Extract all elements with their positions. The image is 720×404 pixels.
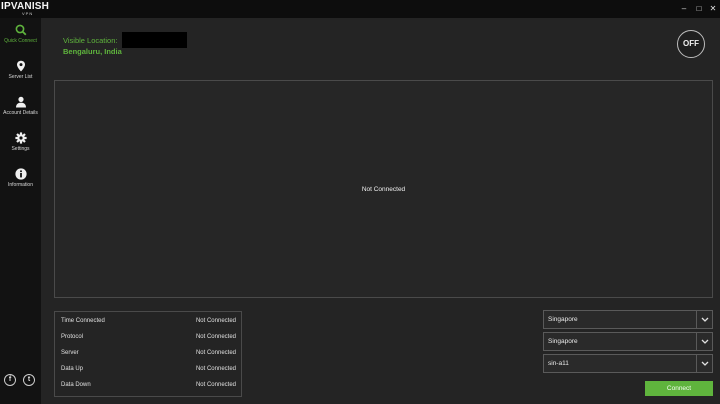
maximize-button[interactable]: □ xyxy=(692,2,706,16)
user-icon xyxy=(15,96,26,108)
gear-icon xyxy=(14,132,27,144)
location-pin-icon xyxy=(16,60,25,72)
stat-label: Data Up xyxy=(61,366,84,372)
connection-stats-table: Time Connected Not Connected Protocol No… xyxy=(54,311,242,397)
country-select[interactable]: Singapore xyxy=(543,310,713,329)
sidebar-item-quick-connect[interactable]: Quick Connect xyxy=(0,24,41,58)
twitter-icon[interactable]: t xyxy=(23,374,35,386)
sidebar-item-label: Server List xyxy=(8,74,33,80)
ipvanish-logo: IPVANISH VPN xyxy=(0,1,52,17)
stat-row-data-up: Data Up Not Connected xyxy=(55,363,241,377)
sidebar: Quick Connect Server List Account Detail… xyxy=(0,18,41,404)
country-select-value: Singapore xyxy=(548,316,578,323)
search-icon xyxy=(15,24,26,36)
stat-value: Not Connected xyxy=(195,318,236,324)
chevron-down-icon xyxy=(696,333,712,350)
facebook-icon[interactable]: f xyxy=(4,374,16,386)
graph-status-text: Not Connected xyxy=(361,186,406,193)
server-select[interactable]: sin-a11 xyxy=(543,354,713,373)
stat-label: Data Down xyxy=(61,382,91,388)
close-button[interactable]: ✕ xyxy=(706,2,720,16)
redacted-ip-box xyxy=(122,32,187,48)
chevron-down-icon xyxy=(696,355,712,372)
visible-location-value: Bengaluru, India xyxy=(63,47,122,56)
connection-graph-panel: Not Connected xyxy=(54,80,713,298)
minimize-button[interactable]: – xyxy=(677,2,691,16)
info-icon xyxy=(14,168,27,180)
stat-row-data-down: Data Down Not Connected xyxy=(55,379,241,393)
server-select-value: sin-a11 xyxy=(548,360,569,367)
sidebar-item-information[interactable]: Information xyxy=(0,168,41,202)
sidebar-item-label: Settings xyxy=(11,146,30,152)
chevron-down-icon xyxy=(696,311,712,328)
city-select[interactable]: Singapore xyxy=(543,332,713,351)
city-select-value: Singapore xyxy=(548,338,578,345)
sidebar-item-label: Account Details xyxy=(3,110,38,116)
connection-toggle-button[interactable]: OFF xyxy=(677,30,705,58)
logo-ip: IP xyxy=(1,1,11,12)
stat-value: Not Connected xyxy=(195,382,236,388)
stat-label: Server xyxy=(61,350,79,356)
stat-value: Not Connected xyxy=(195,334,236,340)
sidebar-item-label: Information xyxy=(7,182,33,188)
connect-button[interactable]: Connect xyxy=(645,381,713,396)
stat-row-time-connected: Time Connected Not Connected xyxy=(55,315,241,329)
stat-label: Time Connected xyxy=(61,318,105,324)
stat-value: Not Connected xyxy=(195,366,236,372)
sidebar-item-server-list[interactable]: Server List xyxy=(0,60,41,94)
sidebar-item-label: Quick Connect xyxy=(4,38,37,44)
stat-value: Not Connected xyxy=(195,350,236,356)
stat-row-protocol: Protocol Not Connected xyxy=(55,331,241,345)
stat-label: Protocol xyxy=(61,334,84,340)
title-bar: IPVANISH VPN – □ ✕ xyxy=(0,0,720,18)
stat-row-server: Server Not Connected xyxy=(55,347,241,361)
visible-location-label: Visible Location: xyxy=(63,36,118,45)
sidebar-item-account-details[interactable]: Account Details xyxy=(0,96,41,130)
logo-sub: VPN xyxy=(22,11,34,16)
sidebar-item-settings[interactable]: Settings xyxy=(0,132,41,166)
